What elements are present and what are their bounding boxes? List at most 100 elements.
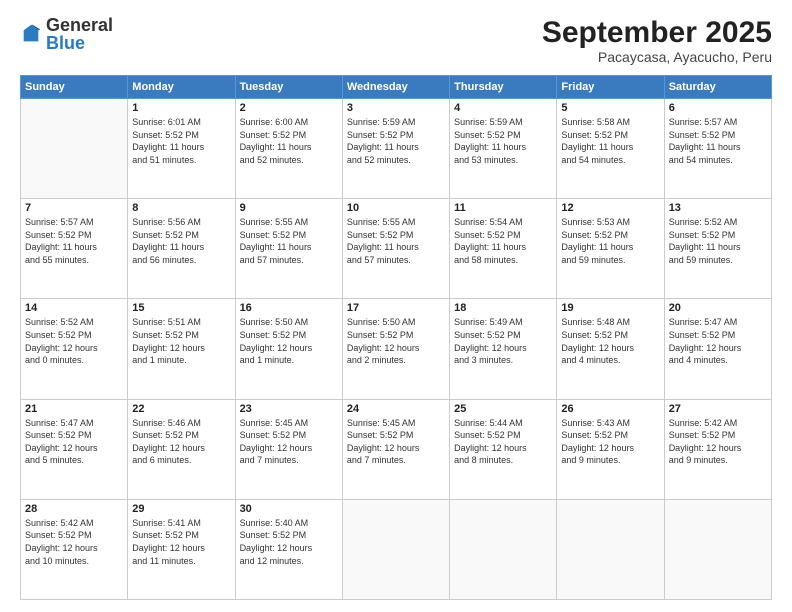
day-number: 8 <box>132 202 230 214</box>
day-info: Sunrise: 5:41 AM Sunset: 5:52 PM Dayligh… <box>132 517 230 567</box>
day-number: 9 <box>240 202 338 214</box>
calendar-week-row: 21Sunrise: 5:47 AM Sunset: 5:52 PM Dayli… <box>21 399 772 499</box>
day-info: Sunrise: 6:01 AM Sunset: 5:52 PM Dayligh… <box>132 116 230 166</box>
page: General Blue September 2025 Pacaycasa, A… <box>0 0 792 612</box>
day-info: Sunrise: 5:50 AM Sunset: 5:52 PM Dayligh… <box>240 316 338 366</box>
calendar-header-row: SundayMondayTuesdayWednesdayThursdayFrid… <box>21 76 772 99</box>
calendar-cell <box>664 499 771 599</box>
day-number: 25 <box>454 403 552 415</box>
logo-icon <box>20 23 42 45</box>
calendar-cell: 20 Sunrise: 5:47 AM Sunset: 5:52 PM Dayli… <box>664 299 771 399</box>
calendar-cell: 7 Sunrise: 5:57 AM Sunset: 5:52 PM Daylig… <box>21 199 128 299</box>
calendar-cell: 4Sunrise: 5:59 AM Sunset: 5:52 PM Daylig… <box>450 99 557 199</box>
day-number: 23 <box>240 403 338 415</box>
day-number: 27 <box>669 403 767 415</box>
calendar-cell: 12 Sunrise: 5:53 AM Sunset: 5:52 PM Dayli… <box>557 199 664 299</box>
calendar-cell: 1 Sunrise: 6:01 AM Sunset: 5:52 PM Daylig… <box>128 99 235 199</box>
calendar-cell <box>342 499 449 599</box>
calendar-cell: 5 Sunrise: 5:58 AM Sunset: 5:52 PM Daylig… <box>557 99 664 199</box>
day-info: Sunrise: 5:47 AM Sunset: 5:52 PM Dayligh… <box>25 417 123 467</box>
day-number: 19 <box>561 302 659 314</box>
calendar-cell: 11Sunrise: 5:54 AM Sunset: 5:52 PM Dayli… <box>450 199 557 299</box>
logo: General Blue <box>20 16 113 52</box>
day-number: 20 <box>669 302 767 314</box>
day-info: Sunrise: 6:00 AM Sunset: 5:52 PM Dayligh… <box>240 116 338 166</box>
calendar-cell: 27 Sunrise: 5:42 AM Sunset: 5:52 PM Dayli… <box>664 399 771 499</box>
logo-text: General Blue <box>46 16 113 52</box>
day-number: 26 <box>561 403 659 415</box>
weekday-header: Thursday <box>450 76 557 99</box>
day-number: 1 <box>132 102 230 114</box>
calendar-cell <box>21 99 128 199</box>
day-info: Sunrise: 5:50 AM Sunset: 5:52 PM Dayligh… <box>347 316 445 366</box>
day-info: Sunrise: 5:45 AM Sunset: 5:52 PM Dayligh… <box>240 417 338 467</box>
day-info: Sunrise: 5:52 AM Sunset: 5:52 PM Dayligh… <box>669 216 767 266</box>
weekday-header: Saturday <box>664 76 771 99</box>
day-number: 13 <box>669 202 767 214</box>
weekday-header: Wednesday <box>342 76 449 99</box>
calendar-cell: 21Sunrise: 5:47 AM Sunset: 5:52 PM Dayli… <box>21 399 128 499</box>
day-info: Sunrise: 5:43 AM Sunset: 5:52 PM Dayligh… <box>561 417 659 467</box>
calendar-cell: 25 Sunrise: 5:44 AM Sunset: 5:52 PM Dayli… <box>450 399 557 499</box>
day-number: 10 <box>347 202 445 214</box>
calendar-cell <box>557 499 664 599</box>
day-info: Sunrise: 5:45 AM Sunset: 5:52 PM Dayligh… <box>347 417 445 467</box>
calendar-cell: 10Sunrise: 5:55 AM Sunset: 5:52 PM Dayli… <box>342 199 449 299</box>
day-info: Sunrise: 5:56 AM Sunset: 5:52 PM Dayligh… <box>132 216 230 266</box>
day-number: 14 <box>25 302 123 314</box>
header: General Blue September 2025 Pacaycasa, A… <box>20 16 772 65</box>
day-info: Sunrise: 5:55 AM Sunset: 5:52 PM Dayligh… <box>240 216 338 266</box>
title-location: Pacaycasa, Ayacucho, Peru <box>542 49 772 65</box>
day-number: 30 <box>240 503 338 515</box>
day-info: Sunrise: 5:54 AM Sunset: 5:52 PM Dayligh… <box>454 216 552 266</box>
weekday-header: Tuesday <box>235 76 342 99</box>
calendar-cell: 18Sunrise: 5:49 AM Sunset: 5:52 PM Dayli… <box>450 299 557 399</box>
day-number: 17 <box>347 302 445 314</box>
day-info: Sunrise: 5:52 AM Sunset: 5:52 PM Dayligh… <box>25 316 123 366</box>
calendar-week-row: 28Sunrise: 5:42 AM Sunset: 5:52 PM Dayli… <box>21 499 772 599</box>
day-number: 28 <box>25 503 123 515</box>
day-number: 6 <box>669 102 767 114</box>
title-block: September 2025 Pacaycasa, Ayacucho, Peru <box>542 16 772 65</box>
title-month: September 2025 <box>542 16 772 49</box>
weekday-header: Sunday <box>21 76 128 99</box>
calendar-cell: 17 Sunrise: 5:50 AM Sunset: 5:52 PM Dayli… <box>342 299 449 399</box>
day-info: Sunrise: 5:57 AM Sunset: 5:52 PM Dayligh… <box>669 116 767 166</box>
calendar-cell <box>450 499 557 599</box>
weekday-header: Monday <box>128 76 235 99</box>
calendar-cell: 26 Sunrise: 5:43 AM Sunset: 5:52 PM Dayli… <box>557 399 664 499</box>
day-info: Sunrise: 5:58 AM Sunset: 5:52 PM Dayligh… <box>561 116 659 166</box>
day-info: Sunrise: 5:49 AM Sunset: 5:52 PM Dayligh… <box>454 316 552 366</box>
calendar-cell: 15 Sunrise: 5:51 AM Sunset: 5:52 PM Dayli… <box>128 299 235 399</box>
day-info: Sunrise: 5:51 AM Sunset: 5:52 PM Dayligh… <box>132 316 230 366</box>
day-number: 5 <box>561 102 659 114</box>
day-info: Sunrise: 5:53 AM Sunset: 5:52 PM Dayligh… <box>561 216 659 266</box>
logo-general-text: General <box>46 16 113 34</box>
day-info: Sunrise: 5:40 AM Sunset: 5:52 PM Dayligh… <box>240 517 338 567</box>
calendar-cell: 8 Sunrise: 5:56 AM Sunset: 5:52 PM Daylig… <box>128 199 235 299</box>
calendar-cell: 14 Sunrise: 5:52 AM Sunset: 5:52 PM Dayli… <box>21 299 128 399</box>
calendar-cell: 24Sunrise: 5:45 AM Sunset: 5:52 PM Dayli… <box>342 399 449 499</box>
day-info: Sunrise: 5:44 AM Sunset: 5:52 PM Dayligh… <box>454 417 552 467</box>
calendar-cell: 29 Sunrise: 5:41 AM Sunset: 5:52 PM Dayli… <box>128 499 235 599</box>
calendar-cell: 30 Sunrise: 5:40 AM Sunset: 5:52 PM Dayli… <box>235 499 342 599</box>
day-info: Sunrise: 5:47 AM Sunset: 5:52 PM Dayligh… <box>669 316 767 366</box>
day-number: 12 <box>561 202 659 214</box>
day-info: Sunrise: 5:46 AM Sunset: 5:52 PM Dayligh… <box>132 417 230 467</box>
day-info: Sunrise: 5:57 AM Sunset: 5:52 PM Dayligh… <box>25 216 123 266</box>
day-number: 22 <box>132 403 230 415</box>
day-number: 15 <box>132 302 230 314</box>
calendar-cell: 2 Sunrise: 6:00 AM Sunset: 5:52 PM Daylig… <box>235 99 342 199</box>
day-number: 3 <box>347 102 445 114</box>
day-info: Sunrise: 5:42 AM Sunset: 5:52 PM Dayligh… <box>669 417 767 467</box>
weekday-header: Friday <box>557 76 664 99</box>
calendar-week-row: 14 Sunrise: 5:52 AM Sunset: 5:52 PM Dayli… <box>21 299 772 399</box>
calendar-week-row: 1 Sunrise: 6:01 AM Sunset: 5:52 PM Daylig… <box>21 99 772 199</box>
day-number: 7 <box>25 202 123 214</box>
day-info: Sunrise: 5:59 AM Sunset: 5:52 PM Dayligh… <box>347 116 445 166</box>
day-number: 29 <box>132 503 230 515</box>
calendar-week-row: 7 Sunrise: 5:57 AM Sunset: 5:52 PM Daylig… <box>21 199 772 299</box>
calendar-cell: 6 Sunrise: 5:57 AM Sunset: 5:52 PM Daylig… <box>664 99 771 199</box>
day-number: 2 <box>240 102 338 114</box>
day-info: Sunrise: 5:48 AM Sunset: 5:52 PM Dayligh… <box>561 316 659 366</box>
